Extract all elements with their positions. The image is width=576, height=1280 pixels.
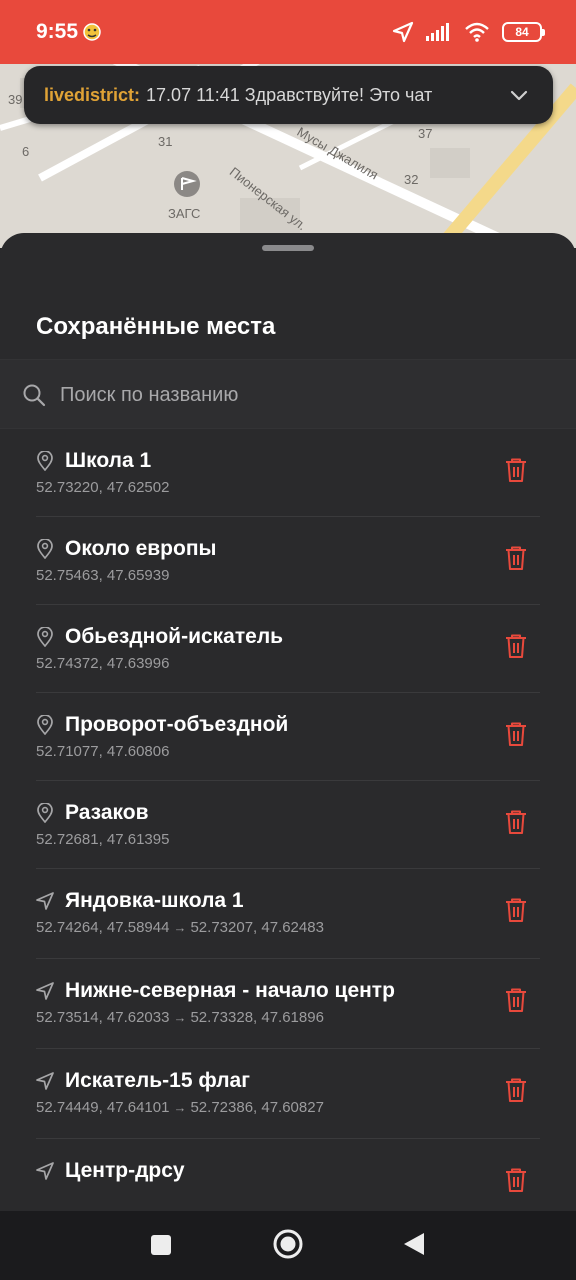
route-from: 52.74449, 47.64101	[36, 1099, 170, 1116]
trash-icon[interactable]	[504, 721, 528, 747]
search-icon	[23, 384, 46, 407]
route-arrow: →	[173, 920, 187, 935]
route-name: Искатель-15 флаг	[65, 1069, 250, 1092]
place-coords: 52.75463, 47.65939	[36, 567, 170, 584]
system-nav-bar	[0, 1211, 576, 1280]
map-pin-icon	[37, 715, 53, 735]
navigation-arrow-icon	[36, 982, 54, 1000]
trash-icon[interactable]	[504, 545, 528, 571]
trash-icon[interactable]	[504, 633, 528, 659]
signal-icon	[426, 23, 449, 41]
chevron-down-icon[interactable]	[509, 85, 529, 105]
route-name: Яндовка-школа 1	[65, 889, 244, 912]
route-to: 52.73207, 47.62483	[190, 919, 324, 936]
trash-icon[interactable]	[504, 457, 528, 483]
map-pin-icon	[37, 539, 53, 559]
notification-banner[interactable]: livedistrict: 17.07 11:41 Здравствуйте! …	[24, 66, 553, 124]
sheet-title: Сохранённые места	[36, 313, 276, 340]
place-name: Школа 1	[65, 449, 152, 472]
place-name: Обьездной-искатель	[65, 625, 284, 648]
map-label: 6	[22, 144, 30, 159]
map-label: 32	[404, 172, 419, 187]
screen: 9:55 84 39 6 31 37 32 ЗАГС Пионерская ул…	[0, 0, 576, 1280]
route-coords: 52.73514, 47.62033 → 52.73328, 47.61896	[36, 1009, 324, 1026]
route-arrow: →	[173, 1100, 187, 1115]
place-name: Проворот-объездной	[65, 713, 289, 736]
route-name: Нижне-северная - начало центр	[65, 979, 395, 1002]
notification-text: 17.07 11:41 Здравствуйте! Это чат	[146, 84, 433, 105]
list-item[interactable]: Разаков 52.72681, 47.61395	[0, 781, 576, 869]
saved-places-sheet: Сохранённые места Школа 1 52.73220, 47.6…	[0, 233, 576, 1211]
places-list: Школа 1 52.73220, 47.62502 Около европы …	[0, 429, 576, 1211]
battery-level: 84	[515, 25, 529, 39]
list-item-route[interactable]: Яндовка-школа 1 52.74264, 47.58944 → 52.73…	[0, 869, 576, 959]
wifi-icon	[465, 22, 489, 42]
map-label: 31	[158, 134, 173, 149]
map-label-zags: ЗАГС	[168, 206, 201, 221]
navigation-arrow-icon	[36, 1072, 54, 1090]
route-coords: 52.74264, 47.58944 → 52.73207, 47.62483	[36, 919, 324, 936]
notification-emoji-icon	[83, 23, 101, 41]
trash-icon[interactable]	[504, 897, 528, 923]
navigation-arrow-icon	[36, 1162, 54, 1180]
trash-icon[interactable]	[504, 987, 528, 1013]
home-button[interactable]	[272, 1228, 304, 1260]
navigation-arrow-icon	[36, 892, 54, 910]
place-coords: 52.74372, 47.63996	[36, 655, 170, 672]
place-coords: 52.73220, 47.62502	[36, 479, 170, 496]
notification-app-name: livedistrict:	[44, 84, 141, 105]
back-button[interactable]	[402, 1231, 426, 1257]
location-icon	[392, 21, 414, 43]
place-coords: 52.72681, 47.61395	[36, 831, 170, 848]
list-item[interactable]: Обьездной-искатель 52.74372, 47.63996	[0, 605, 576, 693]
recents-button[interactable]	[151, 1235, 171, 1255]
route-to: 52.72386, 47.60827	[190, 1099, 324, 1116]
map-pin-icon	[37, 803, 53, 823]
status-bar: 9:55 84	[0, 0, 576, 64]
map-pin-icon	[37, 627, 53, 647]
search-bar[interactable]	[0, 359, 576, 429]
place-name: Разаков	[65, 801, 149, 824]
list-item-route[interactable]: Искатель-15 флаг 52.74449, 47.64101 → 52.7…	[0, 1049, 576, 1139]
place-coords: 52.71077, 47.60806	[36, 743, 170, 760]
list-item-route[interactable]: Нижне-северная - начало центр 52.73514, …	[0, 959, 576, 1049]
trash-icon[interactable]	[504, 1077, 528, 1103]
place-name: Около европы	[65, 537, 217, 560]
sheet-drag-handle[interactable]	[262, 245, 314, 251]
map-label: 37	[418, 126, 433, 141]
route-from: 52.73514, 47.62033	[36, 1009, 170, 1026]
route-arrow: →	[173, 1010, 187, 1025]
battery-icon: 84	[502, 22, 545, 42]
search-input[interactable]	[60, 378, 540, 412]
trash-icon[interactable]	[504, 1167, 528, 1193]
list-item[interactable]: Проворот-объездной 52.71077, 47.60806	[0, 693, 576, 781]
status-time: 9:55	[36, 20, 79, 43]
route-coords: 52.74449, 47.64101 → 52.72386, 47.60827	[36, 1099, 324, 1116]
trash-icon[interactable]	[504, 809, 528, 835]
status-indicators: 84	[392, 18, 545, 46]
map-pin-icon	[37, 451, 53, 471]
map-label: 39	[8, 92, 23, 107]
route-to: 52.73328, 47.61896	[190, 1009, 324, 1026]
list-item[interactable]: Около европы 52.75463, 47.65939	[0, 517, 576, 605]
route-name: Центр-дрсу	[65, 1159, 185, 1182]
route-from: 52.74264, 47.58944	[36, 919, 170, 936]
list-item-route[interactable]: Центр-дрсу	[0, 1139, 576, 1211]
list-item[interactable]: Школа 1 52.73220, 47.62502	[0, 429, 576, 517]
